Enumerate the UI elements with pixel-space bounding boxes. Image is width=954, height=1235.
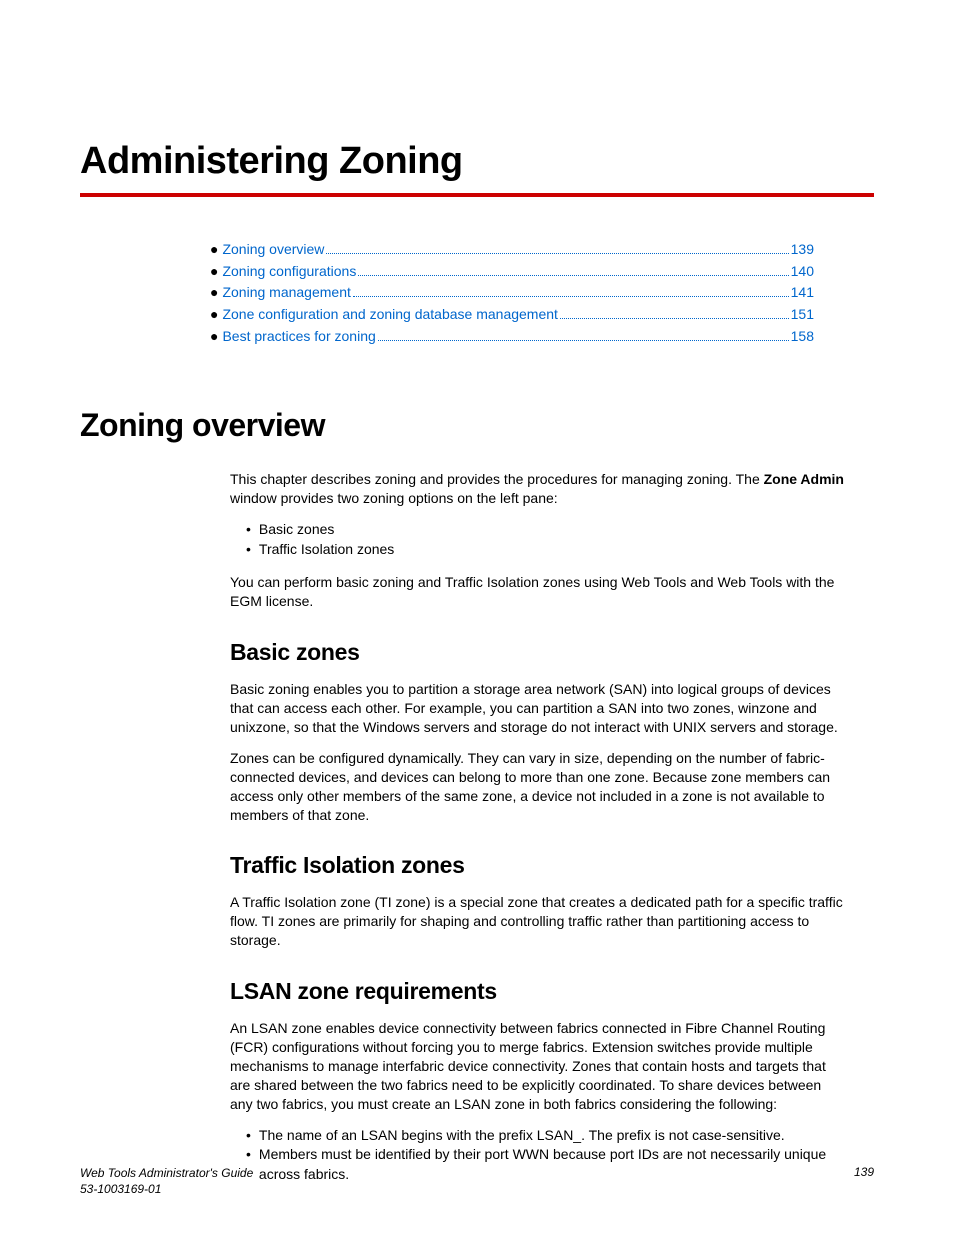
overview-options-list: • Basic zones • Traffic Isolation zones <box>230 520 844 559</box>
lsan-p1: An LSAN zone enables device connectivity… <box>230 1019 844 1113</box>
list-item-text: Basic zones <box>259 520 334 540</box>
bullet-icon: • <box>246 1126 251 1146</box>
bullet-icon: ● <box>210 304 218 326</box>
overview-tail: You can perform basic zoning and Traffic… <box>230 573 844 611</box>
table-of-contents: ● Zoning overview 139 ● Zoning configura… <box>210 239 814 347</box>
toc-leader <box>353 296 789 297</box>
overview-intro: This chapter describes zoning and provid… <box>230 470 844 508</box>
toc-label: Best practices for zoning <box>222 326 375 348</box>
list-item-text: Traffic Isolation zones <box>259 540 394 560</box>
subhead-lsan: LSAN zone requirements <box>230 978 844 1005</box>
bullet-icon: ● <box>210 282 218 304</box>
page-footer: Web Tools Administrator's Guide 53-10031… <box>80 1165 874 1197</box>
bullet-icon: ● <box>210 239 218 261</box>
toc-page: 140 <box>791 261 814 283</box>
toc-page: 141 <box>791 282 814 304</box>
text-bold: Zone Admin <box>764 471 844 487</box>
bullet-icon: ● <box>210 261 218 283</box>
toc-item[interactable]: ● Zoning overview 139 <box>210 239 814 261</box>
toc-leader <box>560 318 789 319</box>
toc-label: Zoning management <box>222 282 350 304</box>
basic-p1: Basic zoning enables you to partition a … <box>230 680 844 737</box>
bullet-icon: ● <box>210 326 218 348</box>
footer-page-number: 139 <box>854 1165 874 1197</box>
toc-page: 139 <box>791 239 814 261</box>
toc-label: Zoning configurations <box>222 261 356 283</box>
text: window provides two zoning options on th… <box>230 490 558 506</box>
bullet-icon: • <box>246 540 251 560</box>
ti-p1: A Traffic Isolation zone (TI zone) is a … <box>230 893 844 950</box>
title-rule <box>80 193 874 197</box>
toc-item[interactable]: ● Zone configuration and zoning database… <box>210 304 814 326</box>
toc-label: Zoning overview <box>222 239 324 261</box>
toc-page: 151 <box>791 304 814 326</box>
footer-doc-number: 53-1003169-01 <box>80 1181 253 1197</box>
toc-leader <box>326 253 788 254</box>
toc-item[interactable]: ● Best practices for zoning 158 <box>210 326 814 348</box>
footer-doc-title: Web Tools Administrator's Guide <box>80 1165 253 1181</box>
list-item: • The name of an LSAN begins with the pre… <box>242 1126 844 1146</box>
text: This chapter describes zoning and provid… <box>230 471 764 487</box>
toc-page: 158 <box>791 326 814 348</box>
bullet-icon: • <box>246 520 251 540</box>
toc-leader <box>358 275 788 276</box>
subhead-ti-zones: Traffic Isolation zones <box>230 852 844 879</box>
subhead-basic-zones: Basic zones <box>230 639 844 666</box>
basic-p2: Zones can be configured dynamically. The… <box>230 749 844 825</box>
section-title-overview: Zoning overview <box>80 407 874 444</box>
toc-item[interactable]: ● Zoning management 141 <box>210 282 814 304</box>
toc-label: Zone configuration and zoning database m… <box>222 304 557 326</box>
toc-leader <box>378 340 789 341</box>
list-item: • Basic zones <box>242 520 844 540</box>
list-item: • Traffic Isolation zones <box>242 540 844 560</box>
list-item-text: The name of an LSAN begins with the pref… <box>259 1126 785 1146</box>
chapter-title: Administering Zoning <box>80 140 874 183</box>
toc-item[interactable]: ● Zoning configurations 140 <box>210 261 814 283</box>
